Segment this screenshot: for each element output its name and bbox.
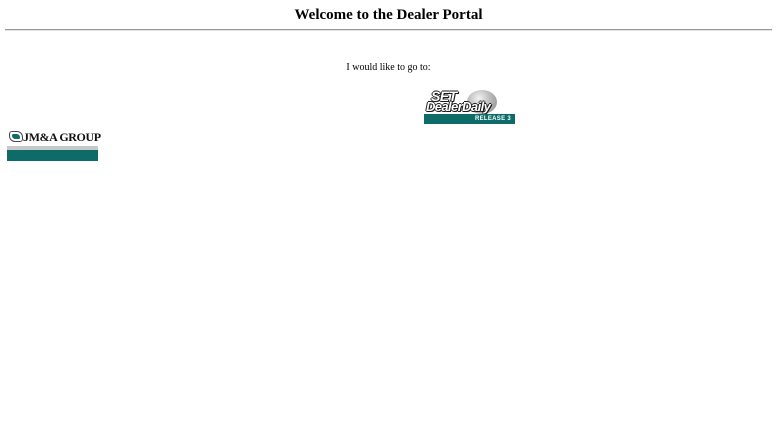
jma-logo-header: JM&A GROUP bbox=[7, 129, 101, 146]
horizontal-rule bbox=[5, 29, 772, 31]
dealer-daily-logo-name: DealerDaily bbox=[426, 99, 491, 114]
jma-group-link[interactable]: JM&A GROUP bbox=[7, 129, 101, 161]
set-dealer-daily-link[interactable]: SET DealerDaily RELEASE 3 bbox=[424, 89, 515, 124]
jma-logo-text: JM&A GROUP bbox=[23, 130, 101, 144]
navigation-prompt: I would like to go to: bbox=[346, 62, 431, 73]
jma-mark-icon bbox=[9, 131, 23, 142]
dealer-daily-logo-release: RELEASE 3 bbox=[474, 116, 511, 122]
page-title: Welcome to the Dealer Portal bbox=[294, 7, 483, 23]
jma-logo-teal-bar bbox=[7, 150, 98, 161]
